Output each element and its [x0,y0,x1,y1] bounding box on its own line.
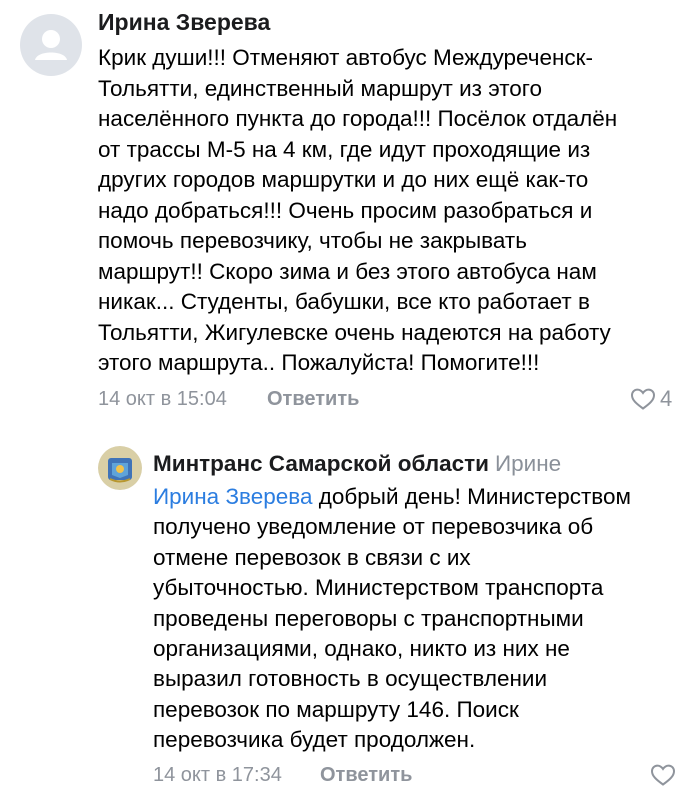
comment-text-line: помочь перевозчику, чтобы не закрывать [98,228,527,253]
comment-text-line: от трассы М-5 на 4 км, где идут проходящ… [98,136,591,162]
reply-text-line: организациями, однако, никто из них не [153,636,570,662]
comment-timestamp: 14 окт в 15:04 [98,388,227,410]
ministry-avatar[interactable] [98,446,142,490]
reply-text-first-rest: добрый день! Министерством [312,484,631,509]
reply-text-line: Ирина Зверева добрый день! Министерством [153,482,693,512]
reply-text-line: перевозок по маршруту 146. Поиск [153,696,519,722]
comment-text-line: Тольятти, Жигулевске очень надеются на р… [98,319,611,345]
comment-text-line: других городов маршрутки и до них ещё ка… [98,167,589,192]
reply-text-line: перевозчика будет продолжен. [153,727,476,753]
reply-timestamp: 14 окт в 17:34 [153,764,282,786]
comment-text-line: Крик души!!! Отменяют автобус Междуречен… [98,45,594,70]
default-user-avatar-icon [35,30,67,60]
like-count: 4 [660,386,673,411]
comment-text-line: никак... Студенты, бабушки, все кто рабо… [98,289,590,314]
mention-link[interactable]: Ирина Зверева [153,484,313,509]
comment-text-line: маршрут!! Скоро зима и без этого автобус… [98,258,597,284]
comment-text-line: надо добраться!!! Очень просим разобрать… [98,197,593,223]
like-button[interactable]: 4 [630,386,672,412]
reply-author[interactable]: Минтранс Самарской области Ирине [153,451,561,477]
comment-text: Крик души!!! Отменяют автобус Междуречен… [98,43,688,379]
comment-text-line: этого маршрута.. Пожалуйста! Помогите!!! [98,350,540,375]
user-avatar[interactable] [20,14,82,76]
reply-text: Ирина Зверева добрый день! Министерством… [153,482,693,756]
like-button[interactable] [650,763,680,787]
heart-icon [650,764,676,786]
reply-text-line: получено уведомление от перевозчика об [153,514,594,540]
comment-author[interactable]: Ирина Зверева [98,9,270,36]
reply-button[interactable]: Ответить [267,388,359,411]
reply-author-name[interactable]: Минтранс Самарской области [153,451,489,476]
reply-button[interactable]: Ответить [320,764,412,787]
ministry-emblem-avatar-icon [98,446,142,490]
comment-text-line: Тольятти, единственный маршрут из этого [98,75,543,101]
reply-target[interactable]: Ирине [495,451,561,476]
reply-text-line: проведены переговоры с транспортными [153,605,584,631]
reply-text-line: убыточностью. Министерством транспорта [153,575,604,601]
heart-icon [630,388,656,410]
comment-text-line: населённого пункта до города!!! Посёлок … [98,106,618,131]
reply-text-line: выразил готовность в осуществлении [153,666,548,692]
reply-text-line: отмене перевозок в связи с их [153,544,471,570]
